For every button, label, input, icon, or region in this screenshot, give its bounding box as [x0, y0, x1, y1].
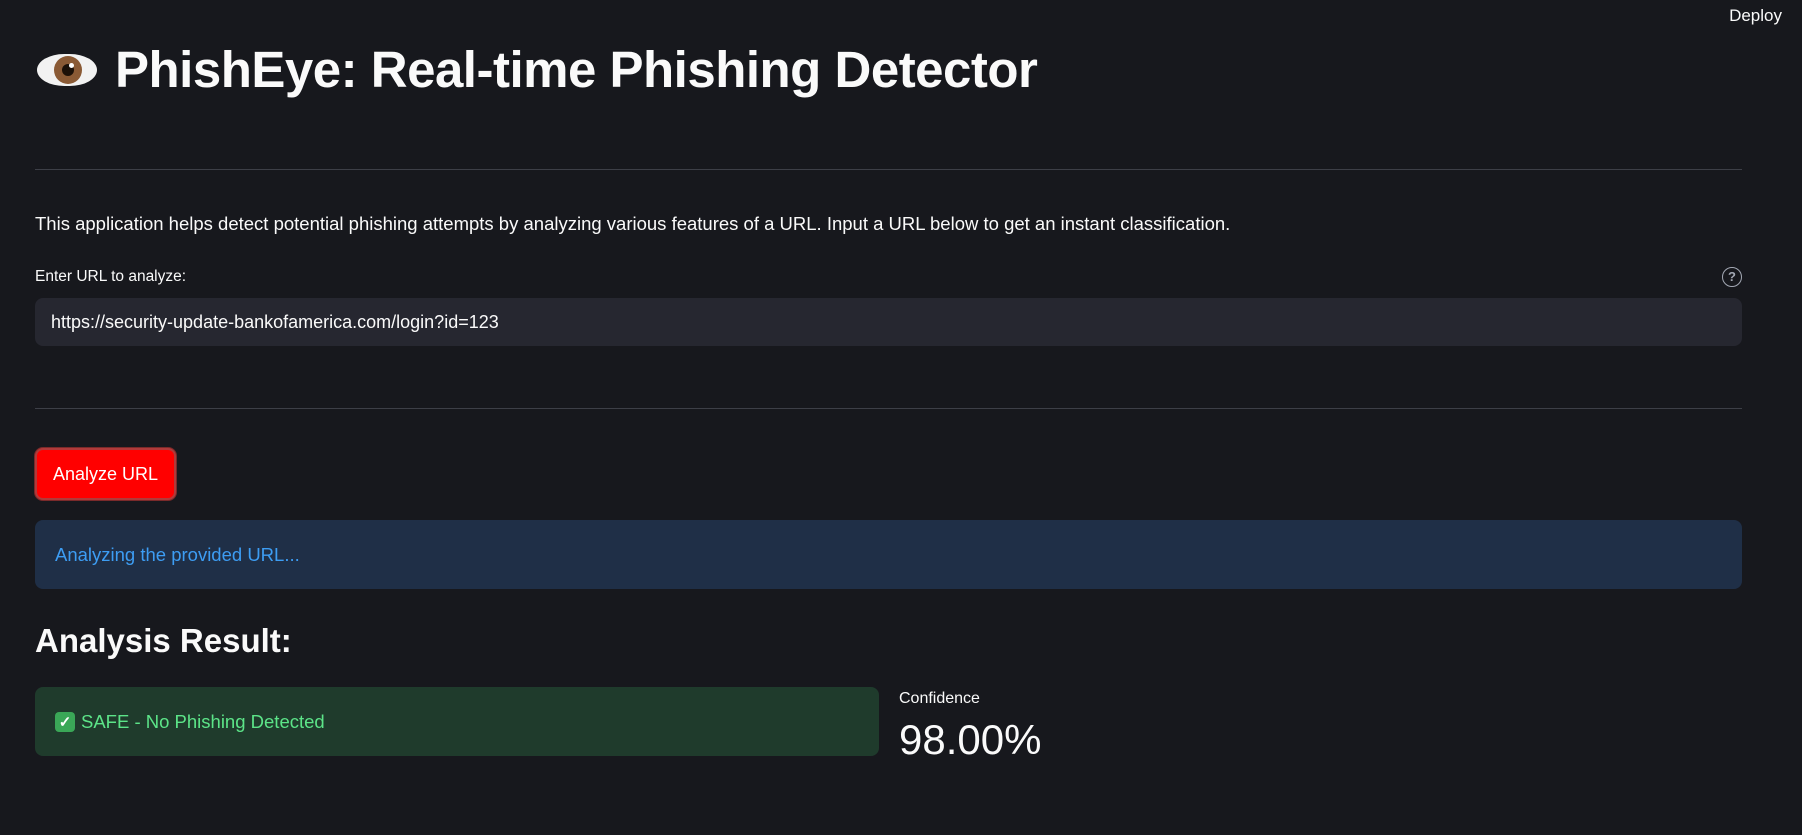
success-alert-text: SAFE - No Phishing Detected — [81, 710, 325, 732]
url-input-label: Enter URL to analyze: — [35, 268, 187, 285]
deploy-button[interactable]: Deploy — [1729, 6, 1782, 26]
url-input[interactable] — [35, 298, 1742, 346]
confidence-metric: Confidence 98.00% — [899, 690, 1041, 764]
title-row: PhishEye: Real-time Phishing Detector — [35, 40, 1038, 99]
eye-icon — [35, 48, 99, 92]
check-mark-icon: ✓ — [55, 711, 75, 732]
divider-middle — [35, 408, 1742, 409]
metric-label: Confidence — [899, 690, 980, 707]
info-alert-text: Analyzing the provided URL... — [55, 543, 300, 565]
analyze-url-button[interactable]: Analyze URL — [35, 448, 177, 500]
question-circle-icon[interactable]: ? — [1722, 267, 1742, 287]
intro-text: This application helps detect potential … — [35, 213, 1231, 234]
divider-top — [35, 169, 1742, 170]
page-title: PhishEye: Real-time Phishing Detector — [115, 41, 1038, 98]
metric-value: 98.00% — [899, 716, 1042, 763]
result-heading: Analysis Result: — [35, 622, 292, 659]
success-alert: ✓ SAFE - No Phishing Detected — [35, 687, 879, 756]
info-alert: Analyzing the provided URL... — [35, 520, 1742, 589]
